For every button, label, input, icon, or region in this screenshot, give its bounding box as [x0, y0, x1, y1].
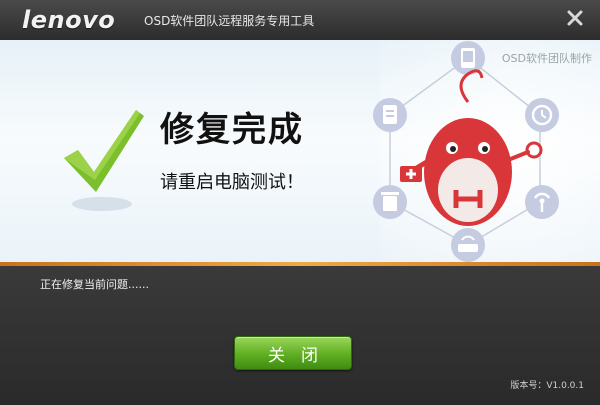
close-button[interactable]: 关闭	[234, 336, 352, 370]
status-text: 正在修复当前问题......	[40, 278, 149, 291]
clipboard-icon	[373, 98, 407, 132]
subline: 请重启电脑测试！	[160, 172, 304, 193]
version-label: 版本号：V1.0.0.1	[510, 381, 584, 391]
close-icon[interactable]	[566, 9, 584, 27]
mascot-illustration	[373, 41, 559, 262]
signal-icon	[525, 185, 559, 219]
result-banner: OSD软件团队制作 修复完成 请重启电脑测试！	[0, 40, 600, 262]
window-title: OSD软件团队远程服务专用工具	[144, 14, 315, 28]
trash-icon	[373, 185, 407, 219]
router-icon	[451, 228, 485, 262]
check-icon	[64, 110, 144, 211]
first-aid-icon	[400, 166, 422, 182]
phone-icon	[451, 41, 485, 75]
lenovo-logo: lenovo	[22, 6, 116, 34]
bottom-panel: 正在修复当前问题...... 关闭 版本号：V1.0.0.1	[0, 266, 600, 405]
mascot	[407, 69, 543, 226]
clock-icon	[525, 98, 559, 132]
title-bar[interactable]: lenovo OSD软件团队远程服务专用工具	[0, 0, 600, 40]
app-window: lenovo OSD软件团队远程服务专用工具 OSD软件团队制作 修复完成 请重…	[0, 0, 600, 405]
headline: 修复完成	[160, 110, 304, 150]
